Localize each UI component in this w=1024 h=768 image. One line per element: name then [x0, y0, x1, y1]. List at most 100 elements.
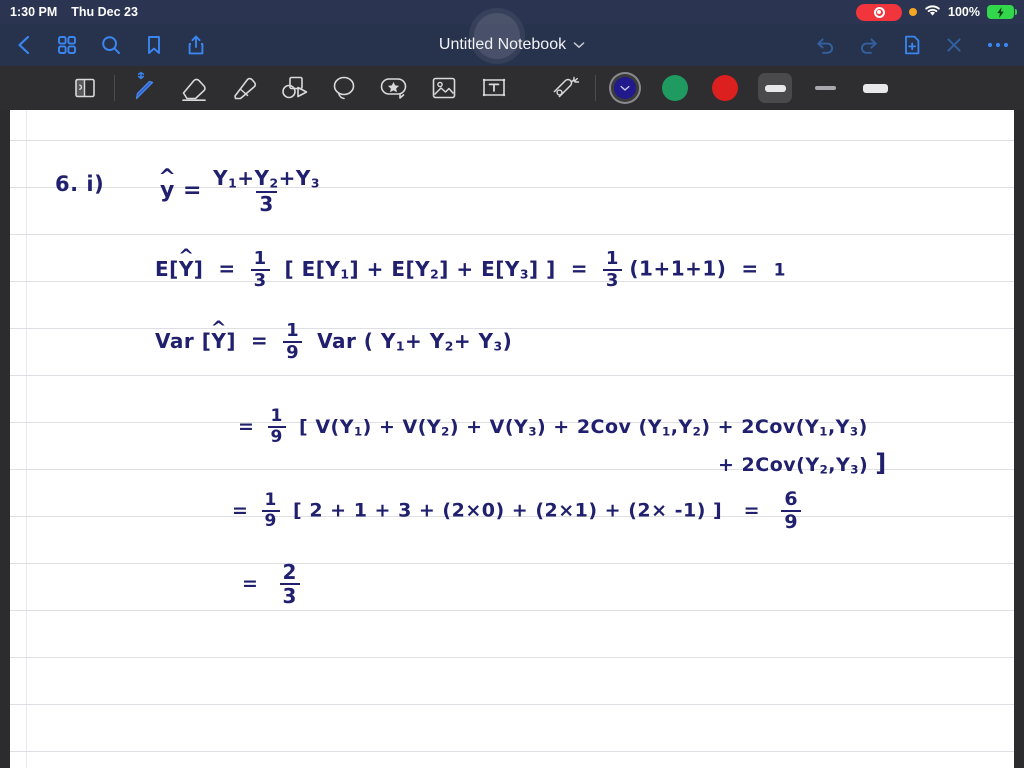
stroke-width-thin[interactable]: [800, 66, 850, 110]
rule-line: [10, 234, 1014, 235]
status-bar-right: 100%: [856, 3, 1017, 21]
sticker-tool[interactable]: [369, 66, 419, 110]
rule-line: [10, 704, 1014, 705]
note-item-covariance-tail: + 2Cov(Y2,Y3) ]: [718, 449, 887, 477]
grid-view-icon[interactable]: [56, 34, 78, 56]
bookmark-icon[interactable]: [144, 34, 164, 56]
page-layout-tool[interactable]: [60, 66, 110, 110]
two-thirds-numerator: 2: [282, 560, 297, 584]
more-options-icon[interactable]: [986, 41, 1010, 49]
pen-tool[interactable]: [119, 66, 169, 110]
six-ninths-denominator: 9: [781, 510, 802, 532]
one-ninth-denominator-3: 9: [261, 510, 280, 530]
substitution-numbers: 2 + 1 + 3 + (2×0) + (2×1) + (2× -1): [309, 499, 706, 522]
equals-sign: =: [733, 256, 767, 281]
new-page-icon[interactable]: [902, 34, 922, 56]
equals-sign: =: [242, 572, 259, 595]
expectation-bracket-terms: [ E[Y1] + E[Y2] + E[Y3] ]: [277, 256, 556, 282]
one-ninth-fraction: 1 9: [283, 320, 303, 362]
one-ninth-fraction-3: 1 9: [261, 490, 280, 530]
equals-sign: =: [243, 328, 276, 353]
note-item-expectation: E[Y] = 1 3 [ E[Y1] + E[Y2] + E[Y3] ] = 1…: [155, 250, 786, 290]
rule-line: [10, 563, 1014, 564]
shapes-tool[interactable]: [269, 66, 319, 110]
ipad-notes-app: 1:30 PM Thu Dec 23 100% Untitled Noteboo…: [0, 0, 1024, 768]
color-swatch-navy[interactable]: [600, 66, 650, 110]
toolbar-divider-2: [595, 75, 596, 101]
laser-pointer-tool[interactable]: [541, 66, 591, 110]
one-ninth-numerator: 1: [286, 320, 300, 341]
one-ninth-numerator-3: 1: [264, 490, 277, 510]
stroke-width-medium-box: [758, 73, 792, 103]
page-margin-line: [26, 110, 27, 768]
image-tool[interactable]: [419, 66, 469, 110]
y-hat-symbol: y: [160, 178, 175, 203]
rule-line: [10, 751, 1014, 752]
variance-lhs: Var [Y]: [155, 329, 236, 353]
highlighter-tool[interactable]: [219, 66, 269, 110]
close-icon[interactable]: [944, 35, 964, 55]
redo-icon[interactable]: [858, 35, 880, 55]
back-chevron-icon[interactable]: [14, 34, 34, 56]
toolbar-divider: [114, 75, 115, 101]
variance-expansion-terms: [ V(Y1) + V(Y2) + V(Y3) + 2Cov (Y1,Y2) +…: [299, 415, 868, 439]
one-third-fraction-2: 1 3: [602, 248, 622, 290]
color-swatch-green[interactable]: [650, 66, 700, 110]
status-bar-left: 1:30 PM Thu Dec 23: [10, 5, 138, 19]
note-item-estimator: y = Y1+Y2+Y3 3: [160, 168, 323, 214]
drawing-toolbar: [0, 66, 1024, 110]
equals-sign: =: [232, 499, 249, 522]
text-box-tool[interactable]: [469, 66, 519, 110]
result-fraction-six-ninths: 6 9: [781, 488, 802, 532]
notebook-page[interactable]: 6. i) y = Y1+Y2+Y3 3 E[Y] = 1 3 [ E[Y1] …: [10, 110, 1014, 768]
one-third-numerator-2: 1: [605, 248, 619, 269]
one-third-numerator: 1: [253, 248, 267, 269]
wifi-icon: [924, 4, 941, 20]
share-icon[interactable]: [186, 34, 206, 56]
estimator-numerator: Y1+Y2+Y3: [213, 166, 320, 191]
two-thirds-denominator: 3: [279, 583, 300, 606]
estimator-fraction: Y1+Y2+Y3 3: [210, 168, 323, 214]
record-icon: [873, 6, 885, 18]
note-item-result: = 2 3: [242, 562, 300, 606]
variance-sum-term: Var ( Y1+ Y2+ Y3): [309, 328, 513, 354]
screen-recording-pill[interactable]: [856, 3, 903, 21]
note-item-substitution: = 1 9 [ 2 + 1 + 3 + (2×0) + (2×1) + (2× …: [232, 488, 802, 532]
color-swatch-green-dot: [662, 75, 688, 101]
stroke-width-medium[interactable]: [750, 66, 800, 110]
equals-sign: =: [563, 256, 596, 281]
equals-sign: =: [729, 499, 775, 522]
eraser-tool[interactable]: [169, 66, 219, 110]
rule-line: [10, 375, 1014, 376]
rule-line: [10, 610, 1014, 611]
stroke-width-thick-box: [858, 73, 892, 103]
color-swatch-red[interactable]: [700, 66, 750, 110]
expectation-result: 1: [773, 260, 786, 281]
color-swatch-red-dot: [712, 75, 738, 101]
six-ninths-numerator: 6: [784, 488, 799, 510]
equals-sign: =: [238, 415, 255, 438]
one-ninth-denominator-2: 9: [267, 426, 286, 446]
nav-right-group: [814, 34, 1010, 56]
expectation-lhs: E[Y]: [155, 257, 203, 281]
equals-sign: =: [183, 178, 202, 204]
one-ninth-denominator: 9: [283, 341, 303, 362]
orange-privacy-dot-icon: [909, 8, 918, 16]
one-ninth-numerator-2: 1: [270, 406, 283, 426]
undo-icon[interactable]: [814, 35, 836, 55]
estimator-denominator: 3: [256, 191, 277, 214]
search-icon[interactable]: [100, 34, 122, 56]
chevron-down-icon[interactable]: [573, 36, 585, 54]
result-fraction-two-thirds: 2 3: [279, 560, 300, 606]
substitution-terms: [ 2 + 1 + 3 + (2×0) + (2×1) + (2× -1) ]: [293, 499, 723, 522]
stroke-width-thick[interactable]: [850, 66, 900, 110]
lasso-select-tool[interactable]: [319, 66, 369, 110]
battery-charging-icon: [987, 5, 1017, 19]
note-item-variance: Var [Y] = 1 9 Var ( Y1+ Y2+ Y3): [155, 322, 512, 362]
equals-sign: =: [210, 256, 244, 281]
rule-line: [10, 657, 1014, 658]
one-third-denominator: 3: [250, 269, 270, 290]
stroke-width-thin-box: [808, 73, 842, 103]
rule-line: [10, 140, 1014, 141]
color-swatch-navy-dot: [614, 77, 636, 99]
